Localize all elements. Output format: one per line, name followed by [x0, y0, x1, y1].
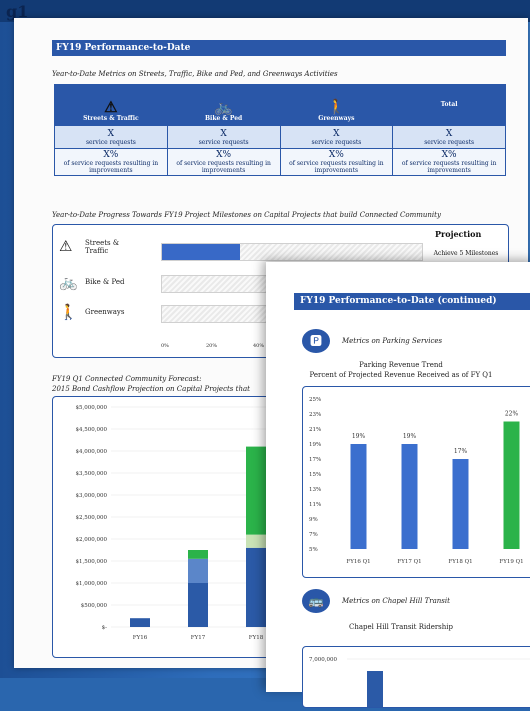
transit-chart: 7,000,000: [309, 657, 530, 707]
x-tick-label: FY17 Q1: [397, 559, 421, 565]
bicycle-icon: 🚲: [59, 273, 78, 291]
y-tick-label: 17%: [309, 457, 321, 463]
y-tick-label: 7,000,000: [309, 657, 337, 663]
progress-bar-track: [161, 243, 423, 261]
metrics-col-greenways: 🚶 Greenways: [279, 84, 394, 126]
table-cell: X% of service requests resulting in impro…: [392, 148, 506, 176]
y-tick-label: $2,500,000: [76, 515, 108, 521]
metrics-col-bike: 🚲 Bike & Ped: [166, 84, 281, 126]
parking-chart-panel: 25% 23% 21% 19% 17% 15% 13% 11% 9% 7% 5% 19% FY16 Q1…: [302, 386, 530, 578]
data-label: 19%: [403, 433, 417, 440]
parking-bar: [452, 459, 469, 549]
metrics-improvement-row: X% of service requests resulting in impro…: [54, 148, 506, 176]
y-tick-label: $3,500,000: [76, 471, 108, 477]
metrics-col-streets: ⚠ Streets & Traffic: [54, 84, 168, 126]
y-tick-label: 23%: [309, 412, 321, 418]
table-cell: Xservice requests: [54, 125, 168, 149]
y-tick-label: $5,000,000: [76, 405, 108, 411]
y-tick-label: $4,500,000: [76, 427, 108, 433]
progress-bar-fill: [162, 244, 240, 260]
bar-segment: [246, 534, 266, 548]
progress-label: Bike & Ped: [85, 278, 125, 286]
cashflow-chart-panel: $5,000,000 $4,500,000 $4,000,000 $3,500,000…: [52, 396, 294, 658]
y-tick-label: 7%: [309, 532, 318, 538]
y-tick-label: $4,000,000: [76, 449, 108, 455]
y-tick-label: $1,000,000: [76, 581, 108, 587]
y-tick-label: $1,500,000: [76, 559, 108, 565]
traffic-cone-icon: ⚠: [59, 237, 73, 255]
data-label: 22%: [505, 411, 519, 418]
hikers-icon: 🚶: [327, 98, 346, 116]
y-tick-label: $500,000: [81, 603, 108, 609]
data-label: 19%: [352, 433, 366, 440]
metrics-subtitle: Year-to-Date Metrics on Streets, Traffic…: [52, 70, 338, 78]
x-tick-label: FY18: [249, 635, 264, 641]
axis-tick-label: 40%: [253, 343, 265, 349]
y-tick-label: 15%: [309, 472, 321, 478]
cashflow-subtitle-line1: FY19 Q1 Connected Community Forecast:: [52, 375, 202, 383]
y-tick-label: $-: [102, 625, 107, 631]
y-tick-label: 21%: [309, 427, 321, 433]
table-cell: X% of service requests resulting in impro…: [279, 148, 394, 176]
page-title: FY19 Performance-to-Date: [52, 40, 506, 56]
table-cell: Xservice requests: [392, 125, 506, 149]
cashflow-subtitle-line2: 2015 Bond Cashflow Projection on Capital…: [52, 385, 250, 393]
bar-segment: [188, 550, 208, 559]
transit-chart-panel: 7,000,000: [302, 646, 530, 708]
parking-section-title: Metrics on Parking Services: [342, 337, 443, 345]
page2-title: FY19 Performance-to-Date (continued): [294, 293, 530, 310]
cashflow-chart: $5,000,000 $4,500,000 $4,000,000 $3,500,000…: [76, 405, 285, 641]
data-label: 17%: [454, 448, 468, 455]
bar-segment: [188, 558, 208, 583]
ridership-bar: [367, 671, 383, 707]
parking-chart: 25% 23% 21% 19% 17% 15% 13% 11% 9% 7% 5% 19% FY16 Q1…: [309, 397, 524, 565]
y-tick-label: 13%: [309, 487, 321, 493]
parking-meter-icon: 🅿: [302, 329, 330, 353]
y-tick-label: $3,000,000: [76, 493, 108, 499]
y-tick-label: 5%: [309, 547, 318, 553]
progress-row-streets: ⚠ Streets & Traffic: [59, 237, 509, 261]
metrics-requests-row: Xservice requests Xservice requests Xser…: [54, 125, 506, 149]
bar-segment: [130, 618, 150, 627]
table-cell: Xservice requests: [279, 125, 394, 149]
bicycle-icon: 🚲: [214, 98, 233, 116]
cashflow-subtitle: FY19 Q1 Connected Community Forecast: 20…: [52, 374, 250, 394]
progress-label: Streets & Traffic: [85, 239, 120, 255]
y-tick-label: 25%: [309, 397, 321, 403]
metrics-header-row: ⚠ Streets & Traffic 🚲 Bike & Ped 🚶 Greenway…: [54, 84, 506, 126]
parking-chart-subtitle: Percent of Projected Revenue Received as…: [309, 371, 493, 379]
metrics-table: ⚠ Streets & Traffic 🚲 Bike & Ped 🚶 Greenway…: [54, 84, 506, 176]
transit-chart-title: Chapel Hill Transit Ridership: [348, 623, 454, 631]
x-tick-label: FY16: [133, 635, 148, 641]
hikers-icon: 🚶: [59, 303, 78, 321]
y-tick-label: 19%: [309, 442, 321, 448]
x-tick-label: FY16 Q1: [346, 559, 370, 565]
bus-icon: 🚌: [302, 589, 330, 613]
report-page-2: FY19 Performance-to-Date (continued) 🅿 M…: [266, 262, 530, 708]
progress-label: Greenways: [85, 308, 125, 316]
x-tick-label: FY19 Q1: [499, 559, 523, 565]
parking-bar: [401, 444, 418, 549]
x-tick-label: FY18 Q1: [448, 559, 472, 565]
metrics-col-total: Total: [392, 84, 506, 126]
progress-subtitle: Year-to-Date Progress Towards FY19 Proje…: [52, 211, 441, 219]
parking-chart-title: Parking Revenue Trend: [359, 361, 443, 369]
parking-bar: [503, 421, 520, 549]
y-tick-label: 9%: [309, 517, 318, 523]
table-cell: X% of service requests resulting in impro…: [54, 148, 168, 176]
bar-segment: [188, 583, 208, 627]
y-tick-label: 11%: [309, 502, 321, 508]
traffic-cone-icon: ⚠: [104, 98, 118, 116]
x-tick-label: FY17: [191, 635, 206, 641]
table-cell: X% of service requests resulting in impro…: [166, 148, 281, 176]
bar-segment: [246, 547, 266, 627]
axis-tick-label: 20%: [206, 343, 218, 349]
transit-section-title: Metrics on Chapel Hill Transit: [342, 597, 450, 605]
axis-tick-label: 0%: [161, 343, 169, 349]
bar-segment: [246, 446, 266, 535]
table-cell: Xservice requests: [166, 125, 281, 149]
parking-bar: [350, 444, 367, 549]
y-tick-label: $2,000,000: [76, 537, 108, 543]
